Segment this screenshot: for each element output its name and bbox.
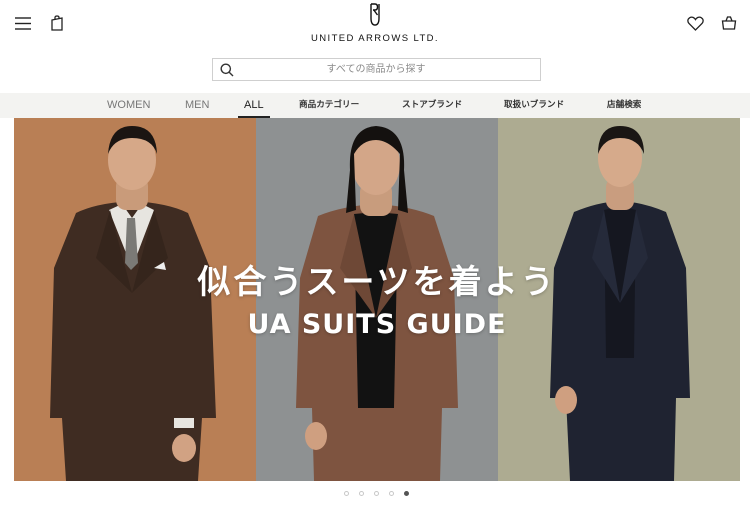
hero-title: 似合うスーツを着よう	[197, 262, 557, 301]
category-nav: WOMEN MEN ALL 商品カテゴリー ストアブランド 取扱いブランド 店舗…	[0, 93, 750, 118]
menu-icon[interactable]	[12, 12, 34, 34]
search-icon	[220, 63, 234, 76]
shopping-bag-icon[interactable]	[47, 12, 67, 34]
cart-icon[interactable]	[718, 12, 740, 34]
carousel-dot[interactable]	[403, 491, 409, 496]
brand-logo[interactable]: UNITED ARROWS LTD.	[300, 3, 450, 49]
nav-store-brand[interactable]: ストアブランド	[402, 93, 462, 118]
carousel-dot[interactable]	[343, 491, 349, 496]
nav-handled-brands[interactable]: 取扱いブランド	[504, 93, 564, 118]
nav-tab-women[interactable]: WOMEN	[107, 93, 150, 118]
model-right	[550, 126, 690, 481]
carousel-dot[interactable]	[358, 491, 364, 496]
search-bar[interactable]	[212, 58, 541, 81]
nav-store-search[interactable]: 店舗検索	[607, 93, 641, 118]
carousel-indicators	[0, 491, 750, 496]
site-header: UNITED ARROWS LTD.	[0, 0, 750, 52]
search-input[interactable]	[234, 59, 540, 80]
nav-tab-all[interactable]: ALL	[238, 93, 270, 118]
model-center	[296, 126, 458, 481]
carousel-dot[interactable]	[388, 491, 394, 496]
nav-tab-men[interactable]: MEN	[185, 93, 209, 118]
nav-product-category[interactable]: 商品カテゴリー	[299, 93, 359, 118]
hero-subtitle: UA SUITS GUIDE	[247, 309, 507, 340]
model-left	[50, 126, 216, 481]
heart-icon[interactable]	[684, 12, 706, 34]
hero-banner[interactable]: 似合うスーツを着よう UA SUITS GUIDE	[14, 118, 740, 481]
brand-name: UNITED ARROWS LTD.	[311, 33, 439, 44]
carousel-dot[interactable]	[373, 491, 379, 496]
logo-mark-icon	[370, 3, 380, 26]
